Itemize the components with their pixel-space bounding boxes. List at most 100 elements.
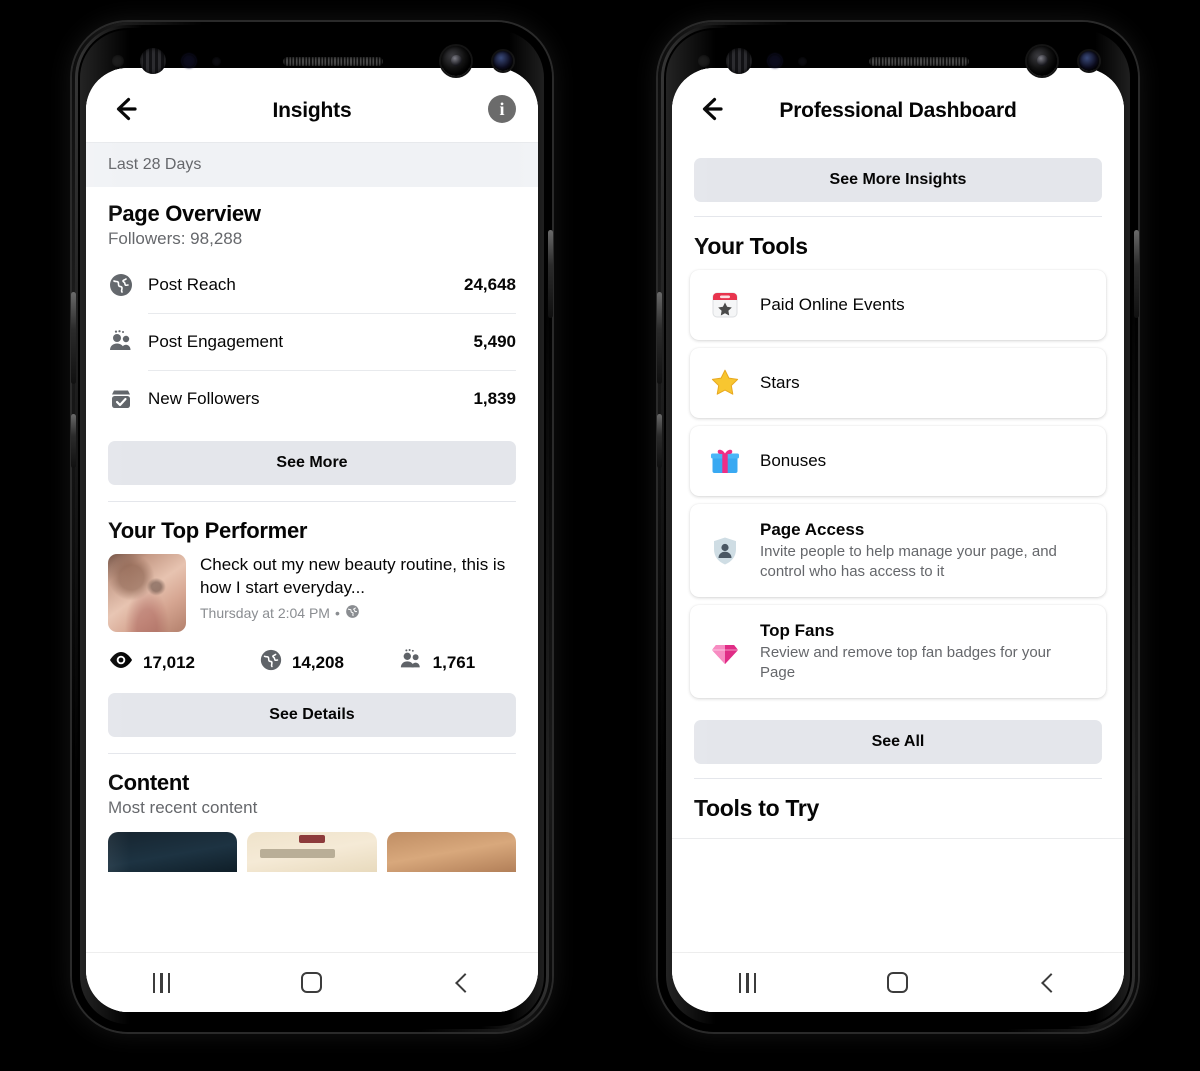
- post-metrics: 17,012 14,208 1,761: [108, 648, 516, 677]
- stat-value: 5,490: [473, 332, 516, 351]
- your-tools-title: Your Tools: [694, 233, 808, 259]
- tool-title: Bonuses: [760, 451, 827, 470]
- globe-icon: [259, 648, 283, 677]
- tool-item-bonuses[interactable]: Bonuses: [690, 426, 1106, 496]
- table-row[interactable]: Post Engagement 5,490: [108, 314, 516, 370]
- section-divider: [108, 753, 516, 754]
- home-icon[interactable]: [281, 963, 343, 1003]
- back-arrow-icon[interactable]: [694, 92, 728, 126]
- volume-button[interactable]: [657, 292, 662, 384]
- stat-label: Post Engagement: [148, 332, 284, 351]
- gift-icon: [706, 442, 744, 480]
- tool-item-stars[interactable]: Stars: [690, 348, 1106, 418]
- table-row[interactable]: New Followers 1,839: [108, 371, 516, 427]
- stat-label: New Followers: [148, 389, 260, 408]
- insights-header: Insights i: [86, 68, 538, 142]
- date-filter[interactable]: Last 28 Days: [86, 142, 538, 187]
- light-sensor-icon: [797, 56, 807, 66]
- home-icon[interactable]: [867, 963, 929, 1003]
- tool-description: Invite people to help manage your page, …: [760, 543, 1057, 580]
- shield-person-icon: [706, 532, 744, 570]
- screenshot-canvas: Insights i Last 28 Days Page Overview Fo…: [0, 0, 1200, 1071]
- people-icon: [398, 648, 424, 677]
- list-item[interactable]: [247, 832, 377, 872]
- android-navbar-left: [86, 952, 538, 1012]
- people-icon: [108, 329, 134, 355]
- tool-title: Paid Online Events: [760, 295, 905, 314]
- iris-scanner-icon: [725, 48, 752, 74]
- front-camera-icon: [1026, 46, 1057, 76]
- metric-reach: 14,208: [259, 648, 398, 677]
- back-arrow-icon[interactable]: [108, 92, 142, 126]
- tool-item-page-access[interactable]: Page Access Invite people to help manage…: [690, 504, 1106, 597]
- star-icon: [706, 364, 744, 402]
- metric-views: 17,012: [108, 650, 259, 675]
- page-overview-section: Page Overview Followers: 98,288 Post Rea…: [86, 187, 538, 485]
- post-message: Check out my new beauty routine, this is…: [200, 555, 506, 597]
- secondary-camera-icon: [1078, 51, 1099, 71]
- back-icon[interactable]: [432, 963, 494, 1003]
- stat-value: 24,648: [464, 275, 516, 294]
- table-row[interactable]: Post Reach 24,648: [108, 257, 516, 313]
- see-details-button[interactable]: See Details: [108, 693, 516, 737]
- tool-item-paid-online-events[interactable]: Paid Online Events: [690, 270, 1106, 340]
- back-icon[interactable]: [1018, 963, 1080, 1003]
- list-item[interactable]: [386, 832, 516, 872]
- phone-device-right: Professional Dashboard See More Insights…: [657, 22, 1139, 1032]
- proximity-sensor-icon: [697, 55, 710, 67]
- earpiece-speaker-icon: [282, 56, 383, 66]
- tool-title: Page Access: [760, 520, 865, 539]
- check-badge-icon: [108, 386, 134, 412]
- globe-icon: [345, 604, 360, 622]
- content-thumbnails: [86, 832, 538, 872]
- content-subtitle: Most recent content: [108, 798, 258, 817]
- infrared-sensor-icon: [181, 54, 196, 68]
- top-performer-post[interactable]: Check out my new beauty routine, this is…: [108, 554, 516, 632]
- top-bezel-sensors-right: [658, 46, 1138, 76]
- metric-value: 14,208: [291, 652, 344, 672]
- metric-engagement: 1,761: [398, 648, 516, 677]
- front-camera-icon: [440, 46, 471, 76]
- metric-value: 1,761: [432, 652, 476, 672]
- recents-icon[interactable]: [716, 963, 778, 1003]
- see-all-button[interactable]: See All: [694, 720, 1102, 764]
- top-bezel-sensors-left: [72, 46, 552, 76]
- infrared-sensor-icon: [767, 54, 782, 68]
- gem-icon: [706, 633, 744, 671]
- android-navbar-right: [672, 952, 1124, 1012]
- post-timestamp: Thursday at 2:04 PM: [200, 605, 330, 622]
- earpiece-speaker-icon: [868, 56, 969, 66]
- power-button[interactable]: [1134, 230, 1139, 318]
- dashboard-scroll-area[interactable]: See More Insights Your Tools Paid Online…: [672, 142, 1124, 952]
- followers-count: Followers: 98,288: [108, 229, 243, 248]
- side-key-button[interactable]: [657, 414, 662, 468]
- power-button[interactable]: [548, 230, 553, 318]
- tool-item-top-fans[interactable]: Top Fans Review and remove top fan badge…: [690, 605, 1106, 698]
- top-performer-title: Your Top Performer: [108, 518, 308, 543]
- stat-label: Post Reach: [148, 275, 236, 294]
- side-key-button[interactable]: [71, 414, 76, 468]
- list-item[interactable]: [108, 832, 238, 872]
- eye-icon: [108, 650, 134, 675]
- content-title: Content: [108, 770, 189, 795]
- proximity-sensor-icon: [111, 55, 124, 67]
- phone-screen-right: Professional Dashboard See More Insights…: [672, 68, 1124, 1012]
- list-divider: [672, 838, 1124, 839]
- volume-button[interactable]: [71, 292, 76, 384]
- calendar-star-icon: [706, 286, 744, 324]
- content-section: Content Most recent content: [86, 770, 538, 818]
- tool-title: Stars: [760, 373, 800, 392]
- page-title: Insights: [272, 99, 352, 122]
- info-icon[interactable]: i: [488, 95, 516, 123]
- see-more-button[interactable]: See More: [108, 441, 516, 485]
- secondary-camera-icon: [492, 51, 513, 71]
- recents-icon[interactable]: [130, 963, 192, 1003]
- meta-dot: •: [334, 605, 340, 622]
- insights-scroll-area[interactable]: Last 28 Days Page Overview Followers: 98…: [86, 142, 538, 952]
- metric-value: 17,012: [143, 652, 195, 672]
- page-title: Professional Dashboard: [779, 99, 1017, 122]
- section-divider: [108, 501, 516, 502]
- see-more-insights-button[interactable]: See More Insights: [694, 158, 1102, 202]
- stat-value: 1,839: [473, 389, 516, 408]
- light-sensor-icon: [211, 56, 221, 66]
